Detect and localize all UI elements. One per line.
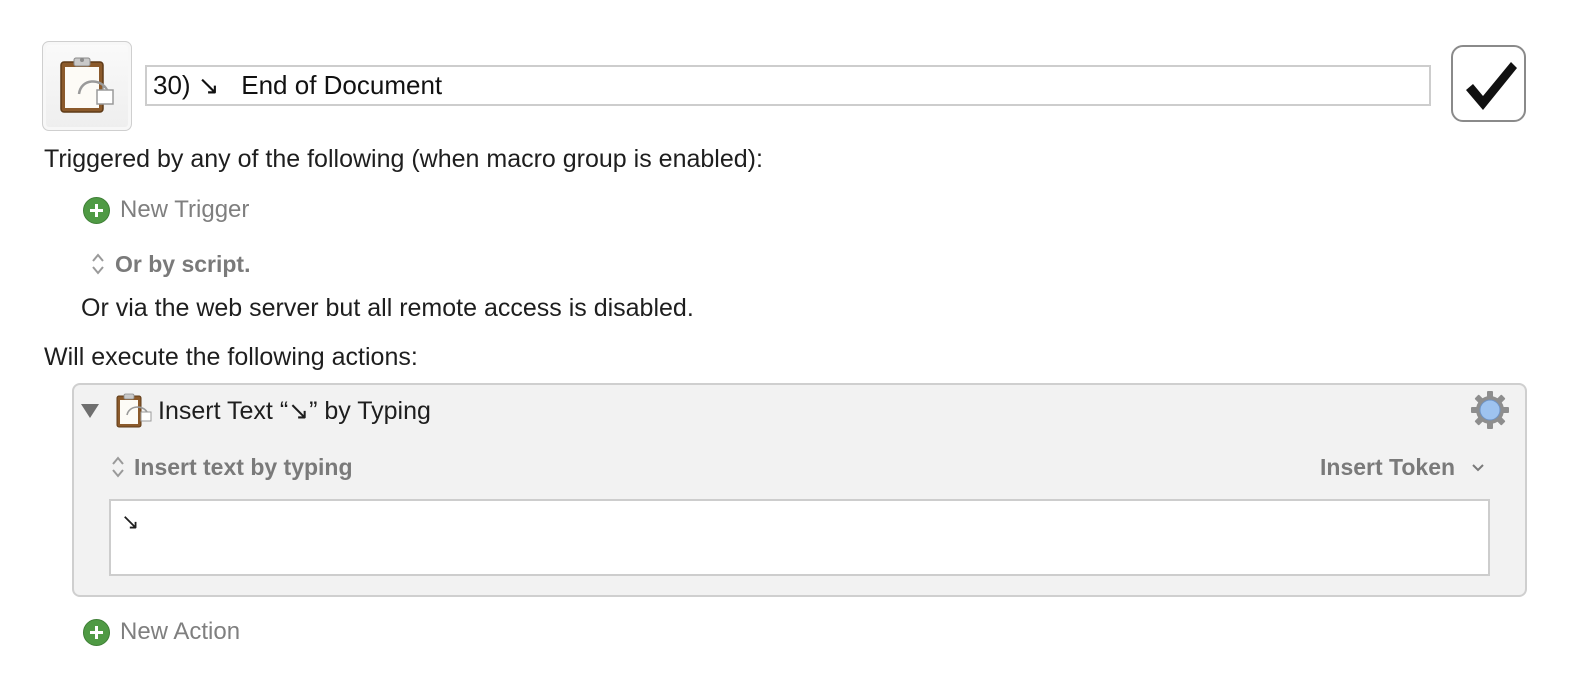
new-action-button[interactable]: New Action [120,618,240,646]
script-trigger-selector[interactable]: Or by script. [115,251,250,278]
triggers-header: Triggered by any of the following (when … [44,145,763,173]
insert-token-menu[interactable]: Insert Token [1320,454,1455,481]
actions-header: Will execute the following actions: [44,343,418,371]
new-action-plus-icon[interactable] [83,619,110,646]
mode-stepper-icon[interactable] [110,454,126,485]
script-stepper-icon[interactable] [90,251,106,282]
new-trigger-plus-icon[interactable] [83,197,110,224]
gear-icon[interactable] [1470,390,1510,435]
insert-mode-selector[interactable]: Insert text by typing [134,454,353,481]
macro-enabled-checkbox[interactable] [1451,45,1526,122]
macro-icon-well[interactable] [42,41,132,131]
macro-name-field[interactable]: 30) ↘︎ End of Document [145,65,1431,106]
clipboard-paste-icon [60,57,114,113]
insert-text-field[interactable]: ↘︎ [109,499,1490,576]
new-trigger-button[interactable]: New Trigger [120,196,249,224]
disclosure-triangle-icon[interactable] [80,402,100,425]
action-title[interactable]: Insert Text “↘︎” by Typing [158,396,431,426]
chevron-down-icon[interactable] [1471,461,1485,479]
checkmark-icon [1466,62,1517,110]
web-server-text: Or via the web server but all remote acc… [81,294,694,322]
clipboard-icon [115,393,153,434]
